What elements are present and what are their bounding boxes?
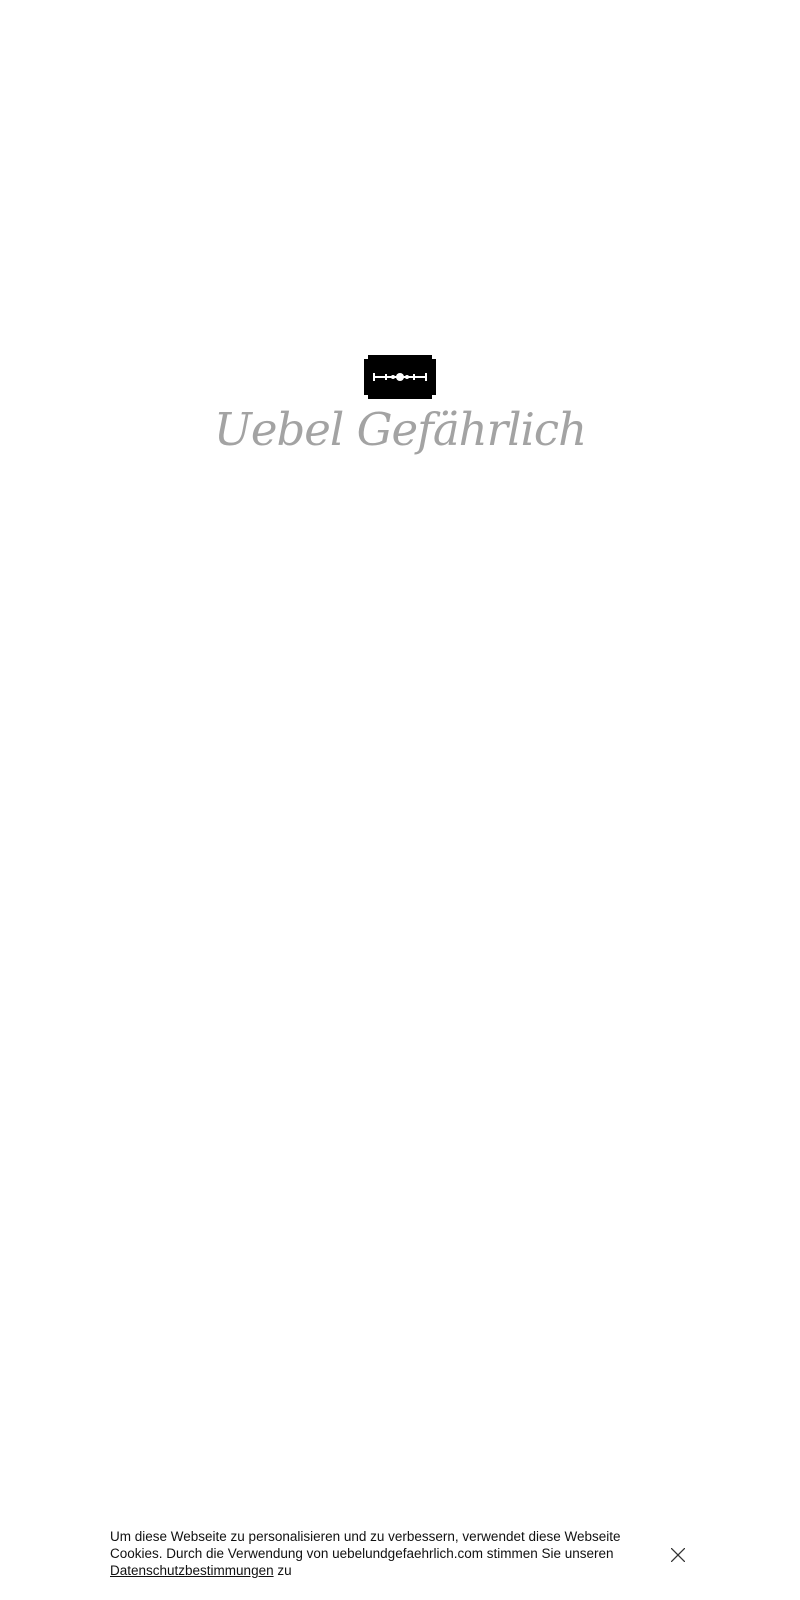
privacy-policy-link[interactable]: Datenschutzbestimmungen: [110, 1563, 274, 1578]
close-icon: [671, 1548, 685, 1562]
close-cookie-banner-button[interactable]: [667, 1544, 689, 1566]
cookie-banner: Um diese Webseite zu personalisieren und…: [0, 1510, 800, 1600]
site-logo[interactable]: Uebel Gefährlich: [0, 355, 800, 455]
cookie-notice-suffix: zu: [273, 1563, 292, 1578]
page: Uebel Gefährlich Um diese Webseite zu pe…: [0, 0, 800, 1600]
cookie-notice-text: Um diese Webseite zu personalisieren und…: [110, 1528, 660, 1579]
razor-blade-icon: [364, 355, 436, 399]
logo-wordmark: Uebel Gefährlich: [213, 403, 587, 456]
cookie-notice-message: Um diese Webseite zu personalisieren und…: [110, 1529, 621, 1561]
